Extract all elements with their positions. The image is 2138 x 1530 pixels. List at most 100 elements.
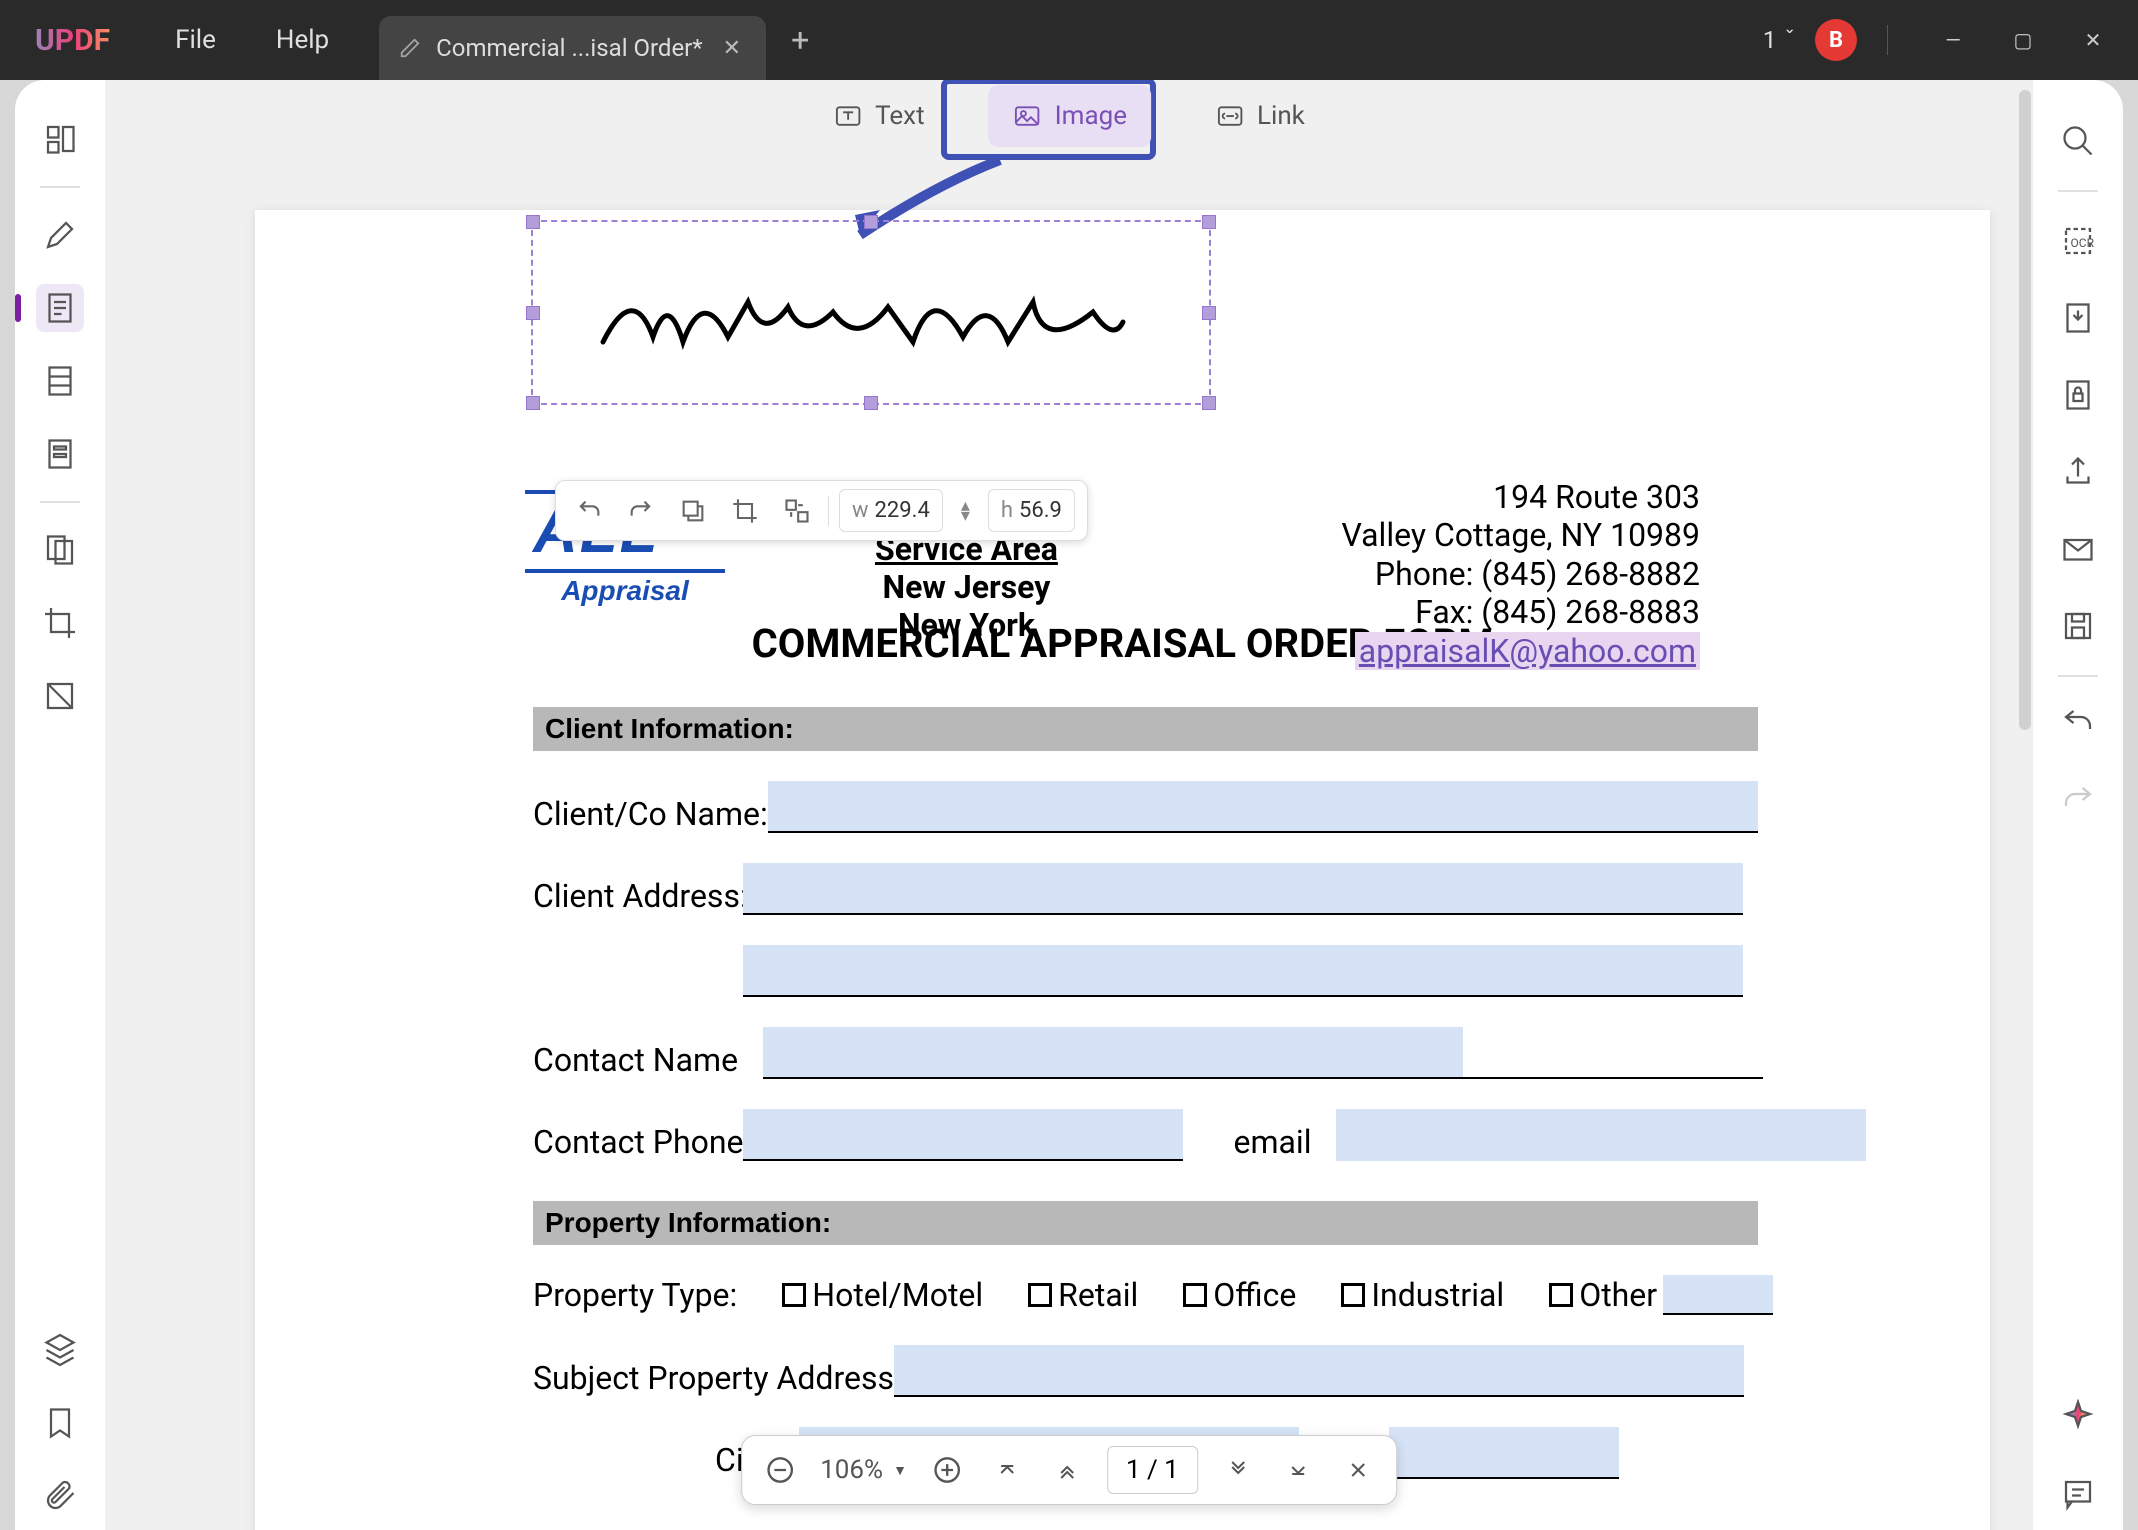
- crop-tool-icon[interactable]: [36, 599, 84, 647]
- ai-icon[interactable]: [2054, 1393, 2102, 1441]
- zoom-level[interactable]: 106%▼: [820, 1455, 907, 1485]
- field-client-address-2[interactable]: [743, 945, 1743, 997]
- email-icon[interactable]: [2054, 525, 2102, 573]
- width-input[interactable]: w229.4: [839, 489, 943, 532]
- checkbox-other[interactable]: [1549, 1283, 1573, 1307]
- checkbox-retail[interactable]: [1028, 1283, 1052, 1307]
- image-edit-toolbar: w229.4 ▴▾ h56.9: [555, 480, 1088, 541]
- first-page-button[interactable]: [987, 1450, 1027, 1490]
- link-tool[interactable]: Link: [1191, 85, 1329, 147]
- selected-image[interactable]: [531, 220, 1211, 405]
- save-icon[interactable]: [2054, 602, 2102, 650]
- organize-pages-icon[interactable]: [36, 526, 84, 574]
- resize-handle-tl[interactable]: [526, 215, 540, 229]
- rotate-right-button[interactable]: [620, 490, 662, 532]
- text-tool[interactable]: Text: [809, 85, 948, 147]
- rotate-left-button[interactable]: [568, 490, 610, 532]
- dim-stepper[interactable]: ▴▾: [961, 501, 970, 521]
- service-area: Service Area New Jersey New York: [875, 530, 1058, 644]
- field-contact-name[interactable]: [763, 1027, 1463, 1079]
- share-icon[interactable]: [2054, 448, 2102, 496]
- field-other[interactable]: [1663, 1275, 1773, 1315]
- pencil-icon: [399, 37, 421, 59]
- label-email: email: [1233, 1123, 1311, 1161]
- layers-icon[interactable]: [36, 1326, 84, 1374]
- redo-icon[interactable]: [2054, 779, 2102, 827]
- left-sidebar: [15, 80, 105, 1530]
- signature-image: [593, 252, 1133, 372]
- text-tool-label: Text: [875, 101, 924, 131]
- protect-icon[interactable]: [2054, 371, 2102, 419]
- convert-icon[interactable]: [2054, 294, 2102, 342]
- company-email[interactable]: appraisalK@yahoo.com: [1355, 632, 1700, 670]
- resize-handle-bm[interactable]: [864, 396, 878, 410]
- resize-handle-bl[interactable]: [526, 396, 540, 410]
- resize-handle-tm[interactable]: [864, 215, 878, 229]
- label-contact-phone: Contact Phone: [533, 1123, 743, 1161]
- h-label: h: [1001, 498, 1013, 523]
- window-counter[interactable]: 1 ˇ: [1763, 26, 1795, 54]
- label-property-type: Property Type:: [533, 1276, 737, 1314]
- attachment-icon[interactable]: [36, 1472, 84, 1520]
- resize-handle-br[interactable]: [1202, 396, 1216, 410]
- canvas-area[interactable]: Text Image Link: [105, 80, 2033, 1530]
- menu-help[interactable]: Help: [246, 0, 359, 80]
- replace-button[interactable]: [776, 490, 818, 532]
- page-controls: 106%▼ 1 / 1: [741, 1435, 1397, 1505]
- field-client-name[interactable]: [768, 781, 1758, 833]
- last-page-button[interactable]: [1278, 1450, 1318, 1490]
- redact-tool-icon[interactable]: [36, 672, 84, 720]
- image-tool[interactable]: Image: [989, 85, 1151, 147]
- field-zip[interactable]: [1389, 1427, 1619, 1479]
- edit-toolbar: Text Image Link: [809, 85, 1329, 147]
- label-subject-address: Subject Property Address: [533, 1359, 894, 1397]
- counter-value: 1: [1763, 26, 1777, 54]
- edit-tool-icon[interactable]: [36, 284, 84, 332]
- app-logo: UPDF: [0, 23, 145, 58]
- form-tool-icon[interactable]: [36, 430, 84, 478]
- field-contact-phone[interactable]: [743, 1109, 1183, 1161]
- maximize-button[interactable]: ▢: [1988, 20, 2058, 60]
- bookmark-icon[interactable]: [36, 1399, 84, 1447]
- field-subject-address[interactable]: [894, 1345, 1744, 1397]
- search-icon[interactable]: [2054, 117, 2102, 165]
- checkbox-hotel[interactable]: [782, 1283, 806, 1307]
- page-tool-icon[interactable]: [36, 357, 84, 405]
- extract-button[interactable]: [672, 490, 714, 532]
- crop-button[interactable]: [724, 490, 766, 532]
- menu-file[interactable]: File: [145, 0, 246, 80]
- zoom-out-button[interactable]: [760, 1450, 800, 1490]
- resize-handle-tr[interactable]: [1202, 215, 1216, 229]
- link-icon: [1215, 101, 1245, 131]
- resize-handle-ml[interactable]: [526, 306, 540, 320]
- new-tab-button[interactable]: +: [766, 21, 834, 59]
- comment-list-icon[interactable]: [2054, 1470, 2102, 1518]
- prev-page-button[interactable]: [1047, 1450, 1087, 1490]
- label-contact-name: Contact Name: [533, 1041, 763, 1079]
- close-button[interactable]: ✕: [2058, 20, 2128, 60]
- field-email[interactable]: [1336, 1109, 1866, 1161]
- undo-icon[interactable]: [2054, 702, 2102, 750]
- tab-close-button[interactable]: ✕: [718, 36, 746, 61]
- next-page-button[interactable]: [1218, 1450, 1258, 1490]
- comment-tool-icon[interactable]: [36, 211, 84, 259]
- close-controls-button[interactable]: [1338, 1450, 1378, 1490]
- w-value: 229.4: [875, 498, 930, 523]
- field-client-address[interactable]: [743, 863, 1743, 915]
- section-property-info: Property Information:: [533, 1201, 1758, 1245]
- height-input[interactable]: h56.9: [988, 489, 1075, 532]
- svg-text:OCR: OCR: [2071, 236, 2095, 250]
- ocr-icon[interactable]: OCR: [2054, 217, 2102, 265]
- resize-handle-mr[interactable]: [1202, 306, 1216, 320]
- page-indicator[interactable]: 1 / 1: [1107, 1446, 1198, 1494]
- checkbox-industrial[interactable]: [1341, 1283, 1365, 1307]
- document-tab[interactable]: Commercial ...isal Order* ✕: [379, 16, 766, 80]
- zoom-in-button[interactable]: [927, 1450, 967, 1490]
- label-client-name: Client/Co Name:: [533, 795, 768, 833]
- minimize-button[interactable]: —: [1918, 20, 1988, 60]
- vertical-scrollbar[interactable]: [2019, 90, 2031, 730]
- user-avatar[interactable]: B: [1815, 19, 1857, 61]
- tab-title: Commercial ...isal Order*: [436, 34, 702, 62]
- thumbnails-icon[interactable]: [36, 115, 84, 163]
- checkbox-office[interactable]: [1183, 1283, 1207, 1307]
